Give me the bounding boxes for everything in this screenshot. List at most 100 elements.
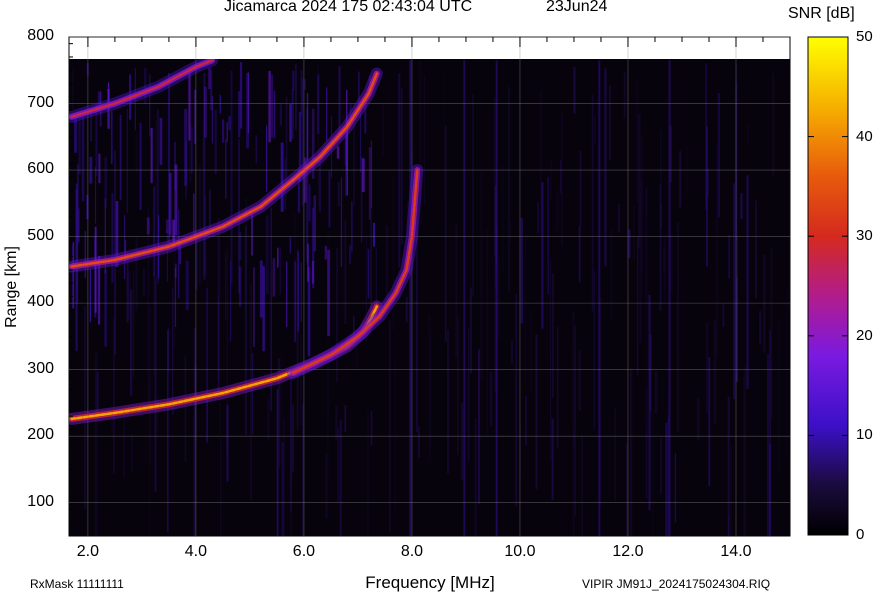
noise-column bbox=[537, 202, 539, 234]
spread-echo bbox=[226, 122, 228, 143]
colorbar-tick-label: 20 bbox=[856, 326, 873, 344]
spread-echo bbox=[336, 146, 340, 159]
noise-column bbox=[722, 304, 725, 327]
noise-column bbox=[283, 418, 285, 533]
noise-column bbox=[113, 318, 115, 474]
noise-column bbox=[628, 229, 631, 259]
spread-echo bbox=[328, 170, 331, 228]
spread-echo bbox=[209, 189, 211, 229]
spread-echo bbox=[367, 248, 370, 299]
spread-echo bbox=[360, 156, 363, 243]
spread-echo bbox=[259, 260, 263, 318]
spread-echo bbox=[124, 215, 126, 279]
noise-column bbox=[230, 70, 233, 285]
colorbar bbox=[807, 36, 849, 536]
noise-column bbox=[135, 132, 138, 174]
x-tick-label: 4.0 bbox=[184, 543, 208, 560]
noise-column bbox=[561, 364, 563, 536]
spread-echo bbox=[262, 266, 265, 352]
noise-column bbox=[486, 229, 489, 435]
spread-echo bbox=[300, 70, 303, 116]
noise-column bbox=[648, 294, 651, 511]
noise-column bbox=[382, 104, 384, 158]
noise-column bbox=[472, 94, 474, 297]
spread-echo bbox=[294, 261, 297, 343]
noise-column bbox=[733, 183, 735, 400]
noise-column bbox=[730, 445, 732, 536]
noise-column bbox=[244, 225, 247, 435]
spread-echo bbox=[351, 201, 353, 253]
noise-column bbox=[744, 366, 746, 536]
interference-line bbox=[598, 60, 601, 536]
noise-column bbox=[198, 165, 201, 286]
noise-column bbox=[716, 146, 718, 358]
interference-line bbox=[495, 60, 498, 536]
spread-echo bbox=[289, 236, 292, 254]
noise-column bbox=[556, 191, 559, 231]
noise-column bbox=[416, 219, 418, 432]
spread-echo bbox=[308, 184, 311, 222]
noise-column bbox=[184, 355, 187, 462]
noise-column bbox=[423, 76, 426, 206]
noise-column bbox=[520, 217, 523, 324]
noise-column bbox=[290, 439, 293, 484]
spread-echo bbox=[174, 141, 176, 191]
noise-column bbox=[147, 207, 150, 409]
noise-column bbox=[610, 228, 613, 322]
noise-column bbox=[507, 86, 510, 292]
noise-column bbox=[772, 73, 774, 177]
noise-column bbox=[429, 333, 432, 463]
noise-column bbox=[645, 213, 648, 430]
noise-column bbox=[78, 114, 81, 175]
noise-column bbox=[763, 255, 766, 353]
noise-column bbox=[226, 404, 229, 482]
spread-echo bbox=[247, 72, 249, 133]
noise-column bbox=[217, 295, 220, 392]
spread-echo bbox=[372, 222, 376, 247]
plot-area bbox=[69, 59, 790, 536]
noise-column bbox=[337, 427, 340, 502]
noise-column bbox=[660, 202, 662, 229]
spread-echo bbox=[268, 70, 271, 143]
interference-line bbox=[463, 60, 466, 536]
noise-column bbox=[717, 93, 720, 218]
noise-column bbox=[535, 334, 538, 489]
spread-echo bbox=[340, 177, 343, 268]
noise-column bbox=[279, 247, 281, 295]
noise-column bbox=[468, 327, 470, 462]
noise-column bbox=[219, 238, 221, 434]
noise-column bbox=[652, 407, 654, 536]
spread-echo bbox=[304, 79, 307, 90]
x-axis-label: Frequency [MHz] bbox=[365, 573, 495, 592]
noise-column bbox=[768, 444, 771, 536]
noise-column bbox=[551, 418, 554, 500]
noise-column bbox=[630, 368, 633, 536]
x-tick-label: 12.0 bbox=[612, 543, 644, 560]
noise-column bbox=[674, 67, 677, 208]
noise-column bbox=[123, 412, 125, 479]
spread-echo bbox=[297, 251, 299, 332]
noise-column bbox=[636, 81, 638, 203]
spread-echo bbox=[111, 193, 114, 283]
noise-column bbox=[708, 356, 711, 486]
noise-column bbox=[769, 330, 772, 446]
noise-column bbox=[292, 404, 294, 472]
colorbar-tick-label: 10 bbox=[856, 426, 873, 444]
noise-column bbox=[578, 350, 581, 411]
spread-echo bbox=[84, 231, 86, 278]
noise-column bbox=[593, 270, 595, 430]
noise-column bbox=[501, 164, 504, 273]
noise-column bbox=[95, 352, 98, 536]
noise-column bbox=[623, 72, 626, 119]
spread-echo bbox=[194, 89, 196, 144]
noise-column bbox=[444, 125, 447, 342]
spread-echo bbox=[72, 242, 75, 309]
spread-echo bbox=[191, 127, 193, 174]
spread-echo bbox=[81, 116, 85, 202]
noise-column bbox=[478, 349, 481, 504]
spread-echo bbox=[219, 94, 221, 114]
noise-column bbox=[220, 438, 222, 536]
colorbar-tick-label: 0 bbox=[856, 526, 865, 543]
noise-column bbox=[336, 247, 338, 383]
noise-column bbox=[545, 297, 547, 354]
